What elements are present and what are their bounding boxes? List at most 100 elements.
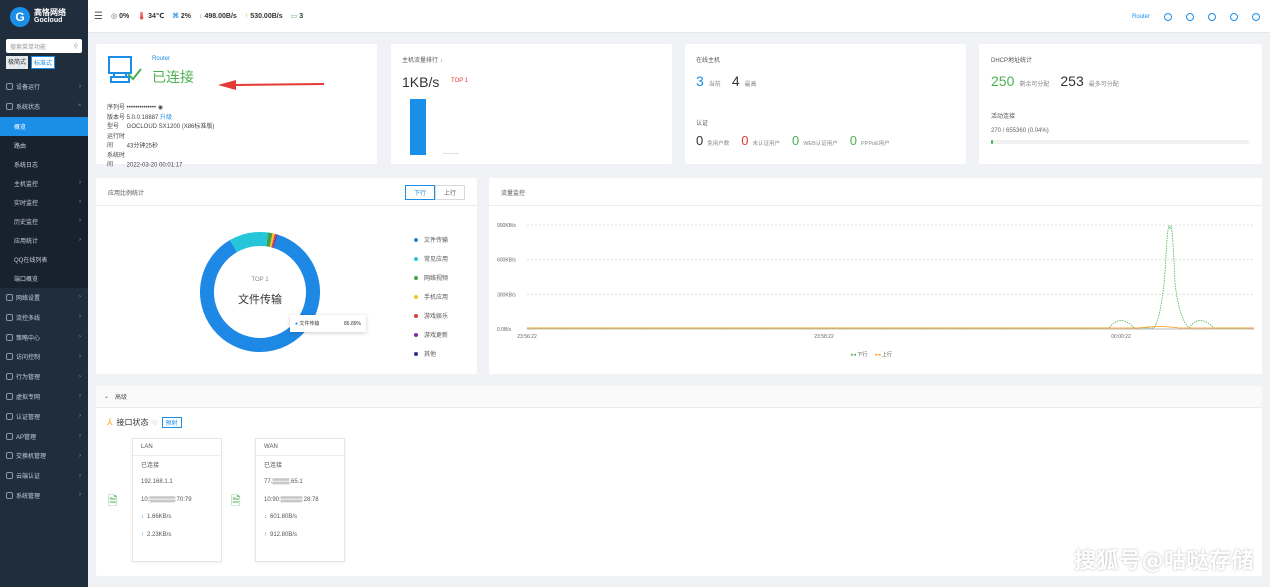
legend-item[interactable]: 游戏娱乐 xyxy=(414,306,448,325)
legend-label: 文件传输 xyxy=(424,238,449,244)
online-counts: 3 当前 4 最高 xyxy=(696,73,757,89)
sidebar-subitem-label: 路由 xyxy=(14,143,27,150)
sidebar-group-label: AP管理 xyxy=(16,434,37,441)
sidebar-group-label: 行为管理 xyxy=(16,375,41,382)
up-value: 530.00B/s xyxy=(250,12,283,20)
sidebar-subitem-label: 主机监控 xyxy=(14,181,39,188)
sidebar-group-5[interactable]: 虚拟专网 › xyxy=(0,387,88,407)
chevron-icon: › xyxy=(79,492,81,499)
legend-label: 网络视频 xyxy=(424,276,449,282)
sidebar-item-1[interactable]: 系统状态 ^ xyxy=(0,97,88,117)
sidebar-subitem-5[interactable]: 历史监控 › xyxy=(0,211,88,231)
sidebar-group-label: 交换机管理 xyxy=(16,454,47,461)
legend-label: 游戏更新 xyxy=(424,333,449,339)
sort-down-icon[interactable]: ↓ xyxy=(440,58,443,64)
globe-icon[interactable] xyxy=(1186,12,1194,21)
router-status: 已连接 xyxy=(152,69,194,85)
legend-item[interactable]: 其他 xyxy=(414,344,448,363)
network-icon: ⅄ xyxy=(107,417,113,427)
upgrade-link[interactable]: 升级 xyxy=(160,115,172,121)
interface-status-text: 已连接 xyxy=(264,463,283,470)
logo-icon: G xyxy=(10,6,30,27)
sidebar-subitem-2[interactable]: 系统日志 xyxy=(0,154,88,174)
advanced-section-head[interactable]: ⌄ 高级 xyxy=(96,386,1262,408)
logout-icon[interactable] xyxy=(1252,12,1260,21)
sidebar-group-label: 认证管理 xyxy=(16,414,41,421)
sidebar-subitem-1[interactable]: 路由 xyxy=(0,135,88,155)
sidebar-subitem-7[interactable]: QQ在线列表 xyxy=(0,249,88,269)
tab-uplink[interactable]: 上行 xyxy=(434,185,465,200)
interface-mac-text: 10:90:▒▒▒▒▒:28:78 xyxy=(264,496,319,503)
headset-icon[interactable] xyxy=(1208,12,1216,21)
chevron-icon: › xyxy=(79,180,81,187)
online-current-label: 当前 xyxy=(708,82,721,88)
dhcp-total-value: 253 xyxy=(1060,73,1084,89)
sidebar-subitem-label: 应用统计 xyxy=(14,238,39,245)
sidebar-subitem-3[interactable]: 主机监控 › xyxy=(0,173,88,193)
sidebar-subitem-8[interactable]: 端口概览 xyxy=(0,268,88,288)
sidebar-group-1[interactable]: 流控多线 › xyxy=(0,307,88,327)
sidebar-subitem-label: 端口概览 xyxy=(14,276,39,283)
sidebar-subitem-0[interactable]: 概览 xyxy=(0,116,88,136)
interface-card-wan[interactable]: WAN 已连接 77.▒▒▒▒.65.1 10:90:▒▒▒▒▒:28:78 ↓ 601.… xyxy=(255,438,345,562)
interfaces-header: ⅄ 接口状态 ⓘ 预射 xyxy=(107,417,182,428)
router-link[interactable]: Router xyxy=(1132,14,1150,20)
settings-icon[interactable] xyxy=(1230,12,1238,21)
legend-item[interactable]: 手机应用 xyxy=(414,287,448,306)
menu-toggle-icon[interactable]: ☰ xyxy=(94,11,103,22)
sidebar-group-6[interactable]: 认证管理 › xyxy=(0,406,88,426)
x-tick-label: 23:58:22 xyxy=(814,334,834,340)
sidebar-group-9[interactable]: 云端认证 › xyxy=(0,466,88,486)
mode-standard[interactable]: 标准式 xyxy=(31,56,56,69)
cpu-value: 0% xyxy=(119,12,130,20)
sidebar-subitem-4[interactable]: 实时监控 › xyxy=(0,192,88,212)
mode-simple[interactable]: 极简式 xyxy=(6,56,29,69)
sidebar-group-10[interactable]: 系统管理 › xyxy=(0,486,88,506)
sidebar-item-0[interactable]: 设备运行 › xyxy=(0,77,88,97)
sidebar-group-label: 流控多线 xyxy=(16,315,41,322)
interface-name-text: LAN xyxy=(141,444,153,450)
interface-name: WAN xyxy=(256,439,344,456)
tab-downlink[interactable]: 下行 xyxy=(404,185,435,200)
flow-legend: ▸◂ 下行 ▸◂ 上行 xyxy=(851,351,892,358)
chevron-icon: › xyxy=(79,353,81,360)
legend-item[interactable]: 网络视频 xyxy=(414,268,448,287)
interfaces-tag[interactable]: 预射 xyxy=(161,417,182,428)
shirt-icon[interactable] xyxy=(1164,12,1172,21)
eye-icon[interactable]: ◉ xyxy=(158,105,163,111)
legend-dot xyxy=(414,332,418,337)
legend-item[interactable]: 文件传输 xyxy=(414,230,448,249)
sidebar-group-label: 访问控制 xyxy=(16,355,41,362)
donut-slice[interactable] xyxy=(266,232,273,248)
up-stat: ↑ 530.00B/s xyxy=(245,13,283,20)
sidebar-group-8[interactable]: 交换机管理 › xyxy=(0,446,88,466)
sidebar-group-4[interactable]: 行为管理 › xyxy=(0,367,88,387)
brand-logo[interactable]: G 高恪网络 Gocloud xyxy=(0,0,88,33)
model-label: 型号 xyxy=(107,124,120,130)
nav-icon xyxy=(6,472,13,480)
legend-item[interactable]: 游戏更新 xyxy=(414,325,448,344)
sidebar-group-0[interactable]: 网络设置 › xyxy=(0,288,88,308)
chevron-icon: › xyxy=(79,83,81,90)
sidebar-group-3[interactable]: 访问控制 › xyxy=(0,347,88,367)
donut-slice[interactable] xyxy=(229,232,269,253)
chevron-icon: › xyxy=(79,294,81,301)
online-max-value: 4 xyxy=(731,73,740,89)
sidebar-subitem-6[interactable]: 应用统计 › xyxy=(0,230,88,250)
interface-name: LAN xyxy=(133,439,221,456)
sidebar-group-2[interactable]: 策略中心 › xyxy=(0,327,88,347)
chevron-icon: › xyxy=(79,413,81,420)
menu-search-input[interactable]: 搜索菜单功能 ⚲ xyxy=(6,39,82,53)
router-meta: 序列号 •••••••••••••• ◉ 版本号 5.0.0.18887 升级 … xyxy=(107,104,214,171)
nav-icon xyxy=(6,313,13,321)
auth-items: 0 免用户数 0 未认证用户 0 WEB认证用户 0 PPPoE用户 xyxy=(696,133,890,148)
interface-card-lan[interactable]: LAN 已连接 192.168.1.1 10:▒▒▒▒▒▒:70:79 ↓ 1.66KB/… xyxy=(132,438,222,562)
sidebar-group-7[interactable]: AP管理 › xyxy=(0,426,88,446)
legend-up[interactable]: ▸◂ 上行 xyxy=(875,351,891,358)
donut-tooltip: ● 文件传输 86.89% xyxy=(290,315,366,332)
legend-item[interactable]: 常见应用 xyxy=(414,249,448,268)
serial-label: 序列号 xyxy=(107,105,126,111)
y-tick-label: 300KB/s xyxy=(497,292,516,298)
interface-mac: 10:▒▒▒▒▒▒:70:79 xyxy=(133,491,221,509)
legend-down[interactable]: ▸◂ 下行 xyxy=(851,351,867,358)
